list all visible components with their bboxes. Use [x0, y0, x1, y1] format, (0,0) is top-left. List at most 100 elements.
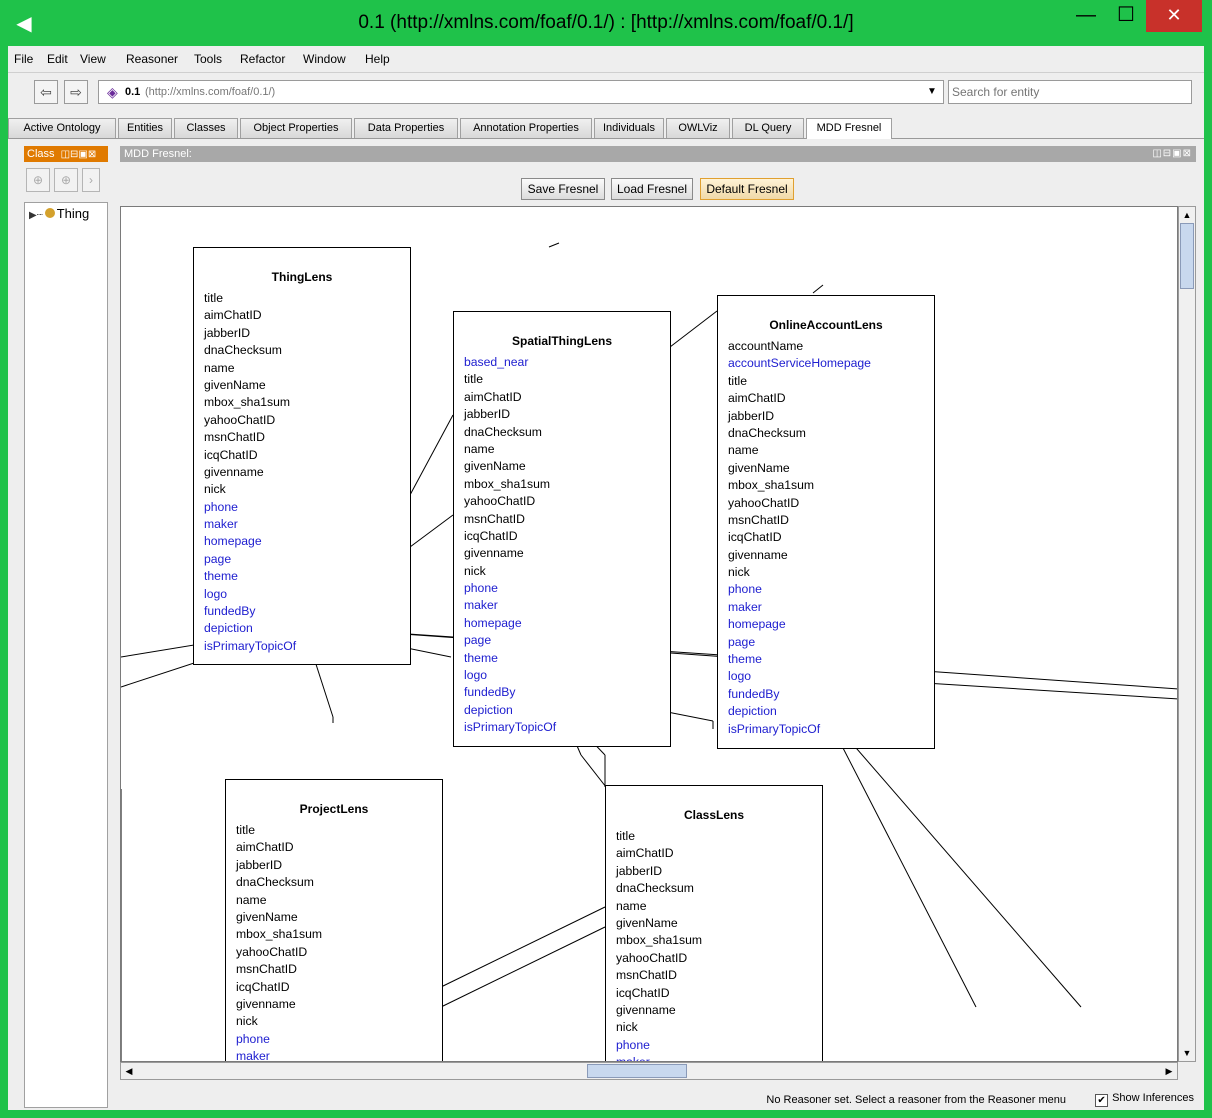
mdd-header-title: MDD Fresnel: [124, 148, 192, 160]
add-sibling-icon[interactable]: ⊕ [54, 168, 78, 192]
lens-property: maker [204, 517, 238, 532]
tab-individuals[interactable]: Individuals [594, 118, 664, 138]
window-title: 0.1 (http://xmlns.com/foaf/0.1/) : [http… [358, 12, 854, 33]
checkbox-checked-icon[interactable]: ✔ [1095, 1094, 1109, 1107]
lens-property: jabberID [204, 325, 251, 340]
tab-active-ontology[interactable]: Active Ontology [8, 118, 116, 138]
vertical-scrollbar[interactable]: ▲ ▼ [1178, 206, 1196, 1062]
horizontal-scroll-thumb[interactable] [587, 1064, 687, 1078]
lens-title: ThingLens [271, 270, 333, 284]
lens-property: maker [616, 1054, 702, 1061]
tab-data-properties[interactable]: Data Properties [354, 118, 458, 138]
lens-property: page [464, 633, 492, 648]
tab-annotation-properties[interactable]: Annotation Properties [460, 118, 592, 138]
lens-property: aimChatID [464, 389, 522, 404]
active-ontology-selector[interactable]: ◈ 0.1 (http://xmlns.com/foaf/0.1/) ▼ [98, 80, 944, 104]
back-arrow-icon[interactable]: ⇦ [34, 80, 58, 104]
tab-entities[interactable]: Entities [118, 118, 172, 138]
scroll-right-arrow-icon[interactable]: ▶ [1161, 1063, 1177, 1079]
lens-title: ProjectLens [299, 802, 369, 816]
lens-box-project[interactable]: ProjectLens title aimChatID jabberID dnaChe… [225, 779, 443, 1062]
protege-window: ◀ 0.1 (http://xmlns.com/foaf/0.1/) : [ht… [0, 0, 1212, 1118]
dropdown-arrow-icon[interactable]: ▼ [923, 82, 941, 102]
lens-diagram[interactable]: ThingLens title aimChatID jabberID dnaCheck… [120, 206, 1178, 1062]
scroll-down-arrow-icon[interactable]: ▼ [1179, 1045, 1195, 1061]
tab-owlviz[interactable]: OWLViz [666, 118, 730, 138]
tab-dl-query[interactable]: DL Query [732, 118, 804, 138]
menu-view[interactable]: View [80, 52, 106, 66]
lens-property: fundedBy [464, 685, 516, 700]
forward-arrow-icon[interactable]: ⇨ [64, 80, 88, 104]
menu-tools[interactable]: Tools [194, 52, 222, 66]
title-bar[interactable]: ◀ 0.1 (http://xmlns.com/foaf/0.1/) : [ht… [0, 0, 1212, 46]
lens-property: givenname [616, 1002, 676, 1017]
lens-property: isPrimaryTopicOf [728, 721, 821, 736]
search-entity-input[interactable] [948, 80, 1192, 104]
tab-object-properties[interactable]: Object Properties [240, 118, 352, 138]
lens-property: aimChatID [728, 391, 786, 406]
lens-property: icqChatID [464, 528, 518, 543]
lens-property: givenname [728, 547, 788, 562]
lens-property: yahooChatID [464, 494, 536, 509]
lens-property: icqChatID [616, 985, 670, 1000]
lens-property: msnChatID [616, 968, 677, 983]
lens-property-list: based_near title aimChatID jabberID dnaCheck… [464, 354, 556, 737]
lens-property: name [728, 443, 759, 458]
vertical-scroll-thumb[interactable] [1180, 223, 1194, 289]
menu-window[interactable]: Window [303, 52, 346, 66]
scroll-left-arrow-icon[interactable]: ◀ [121, 1063, 137, 1079]
scroll-up-arrow-icon[interactable]: ▲ [1179, 207, 1195, 223]
tree-node-label: Thing [56, 206, 90, 221]
lens-property: nick [616, 1020, 638, 1035]
lens-property: depiction [204, 621, 253, 636]
lens-property: givenName [464, 459, 526, 474]
lens-property: dnaChecksum [616, 881, 694, 896]
minimize-button[interactable]: — [1068, 0, 1104, 32]
lens-property: based_near [464, 355, 529, 369]
close-button[interactable]: ✕ [1146, 0, 1202, 32]
default-fresnel-button[interactable]: Default Fresnel [700, 178, 794, 200]
menu-help[interactable]: Help [365, 52, 390, 66]
menu-edit[interactable]: Edit [47, 52, 68, 66]
lens-property: aimChatID [236, 840, 294, 855]
add-subclass-icon[interactable]: ⊕ [26, 168, 50, 192]
lens-box-thing[interactable]: ThingLens title aimChatID jabberID dnaCheck… [193, 247, 411, 665]
lens-property: givenname [236, 996, 296, 1011]
expand-triangle-icon[interactable]: ▶┈ [29, 210, 43, 221]
lens-property: logo [728, 669, 752, 684]
panel-window-icons[interactable]: ◫⊟▣⊠ [61, 149, 97, 160]
tab-bar: Active Ontology Entities Classes Object … [8, 116, 1204, 139]
lens-box-spatial-thing[interactable]: SpatialThingLens based_near title aimChatI… [453, 311, 671, 747]
delete-class-icon[interactable]: › [82, 168, 100, 192]
ontology-name: 0.1 [125, 86, 141, 98]
lens-property: logo [204, 586, 228, 601]
menu-refactor[interactable]: Refactor [240, 52, 285, 66]
menu-file[interactable]: File [14, 52, 33, 66]
lens-property: name [204, 360, 235, 375]
lens-property-list: title aimChatID jabberID dnaChecksum name giv… [204, 290, 296, 655]
lens-property: homepage [204, 534, 262, 549]
show-inferences-checkbox[interactable]: ✔ Show Inferences [1095, 1092, 1194, 1107]
lens-box-class[interactable]: ClassLens title aimChatID jabberID dnaCheck… [605, 785, 823, 1061]
lens-property: yahooChatID [204, 412, 276, 427]
lens-box-online-account[interactable]: OnlineAccountLens accountName accountServ… [717, 295, 935, 749]
lens-property: yahooChatID [728, 495, 800, 510]
menu-reasoner[interactable]: Reasoner [126, 52, 178, 66]
lens-property: yahooChatID [616, 950, 688, 965]
ontology-iri: (http://xmlns.com/foaf/0.1/) [145, 86, 276, 98]
tree-node-thing[interactable]: ▶┈ Thing [29, 206, 89, 221]
lens-property: maker [236, 1049, 270, 1062]
tab-mdd-fresnel[interactable]: MDD Fresnel [806, 118, 892, 139]
lens-property: givenName [236, 909, 298, 924]
horizontal-scrollbar[interactable]: ◀ ▶ [120, 1062, 1178, 1080]
lens-property: jabberID [616, 863, 663, 878]
lens-property: accountName [728, 339, 804, 353]
panel-window-icons[interactable]: ◫⊟▣⊠ [1152, 146, 1192, 162]
lens-property: title [728, 373, 747, 388]
tab-classes[interactable]: Classes [174, 118, 238, 138]
maximize-button[interactable]: ☐ [1108, 0, 1144, 32]
load-fresnel-button[interactable]: Load Fresnel [611, 178, 693, 200]
save-fresnel-button[interactable]: Save Fresnel [521, 178, 605, 200]
lens-property: givenname [204, 464, 264, 479]
ontology-icon: ◈ [107, 84, 118, 100]
